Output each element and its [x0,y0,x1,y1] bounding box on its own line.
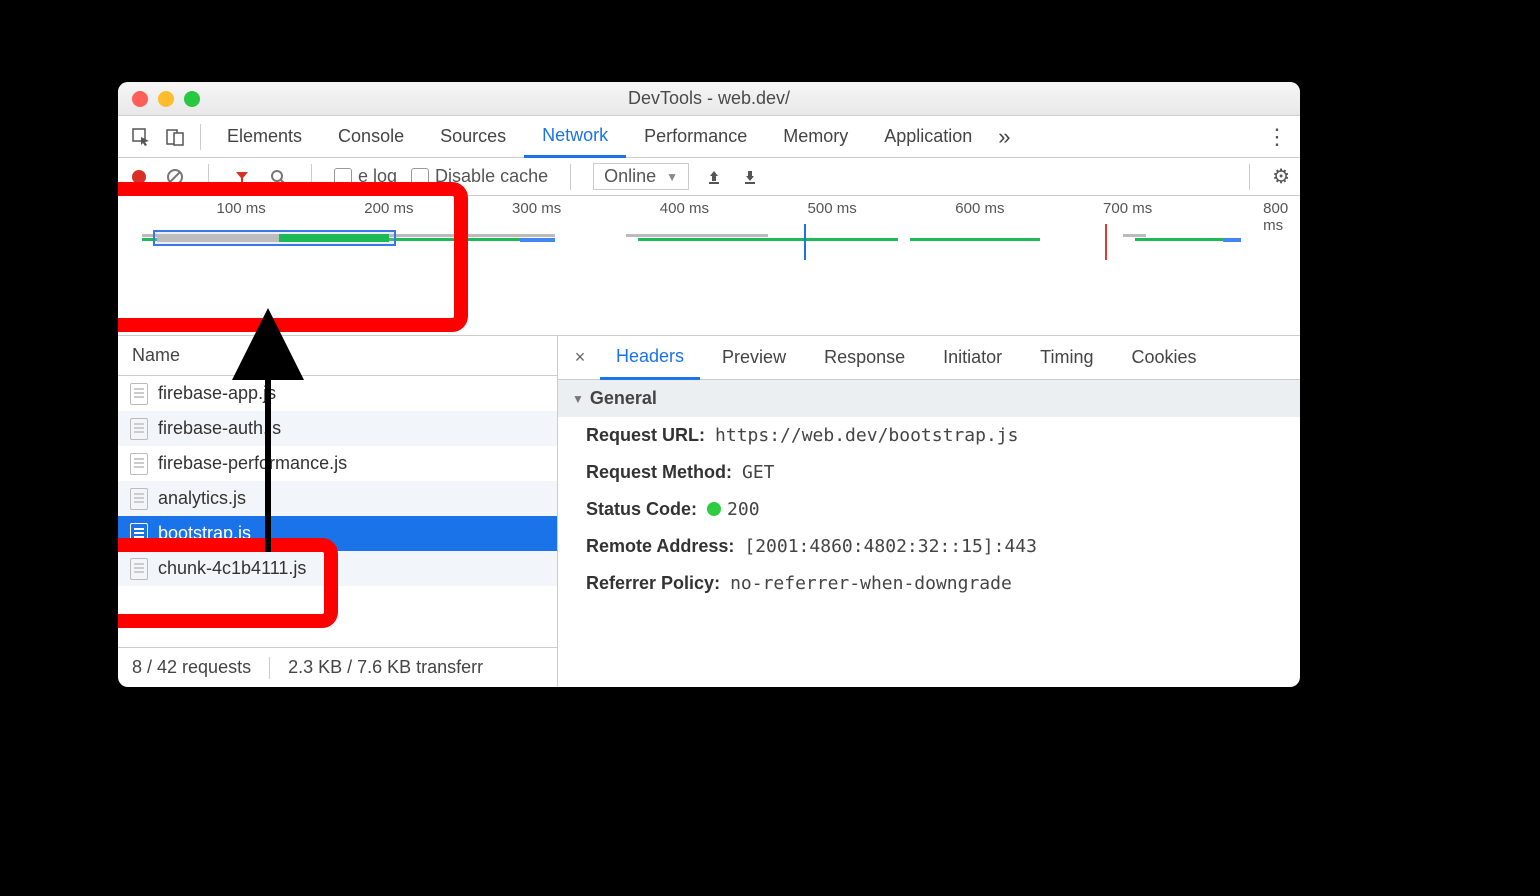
request-row[interactable]: firebase-app.js [118,376,557,411]
throttling-select[interactable]: Online ▼ [593,163,689,190]
label-status-code: Status Code: [586,499,697,520]
subtab-preview[interactable]: Preview [706,336,802,379]
subtab-cookies[interactable]: Cookies [1116,336,1213,379]
subtab-response[interactable]: Response [808,336,921,379]
tab-console[interactable]: Console [320,116,422,157]
status-transfer: 2.3 KB / 7.6 KB transferr [288,657,483,678]
annotation-highlight-box [118,538,338,628]
column-header-name[interactable]: Name [118,336,557,376]
tab-memory[interactable]: Memory [765,116,866,157]
upload-har-icon[interactable] [703,166,725,188]
status-requests: 8 / 42 requests [132,657,251,678]
tab-application[interactable]: Application [866,116,990,157]
throttling-value: Online [604,166,656,187]
disclosure-triangle-icon: ▼ [572,392,584,406]
tick-label: 300 ms [512,200,561,217]
tab-performance[interactable]: Performance [626,116,765,157]
more-tabs-icon[interactable]: » [998,124,1010,150]
value-remote-address: [2001:4860:4802:32::15]:443 [744,536,1037,557]
label-referrer-policy: Referrer Policy: [586,573,720,594]
status-bar: 8 / 42 requests 2.3 KB / 7.6 KB transfer… [118,647,557,687]
status-dot-icon [707,502,721,516]
close-detail-icon[interactable]: × [566,347,594,368]
value-request-method: GET [742,462,775,483]
request-name: analytics.js [158,488,246,509]
panel-tabs: Elements Console Sources Network Perform… [118,116,1300,158]
device-toolbar-icon[interactable] [158,120,192,154]
label-request-method: Request Method: [586,462,732,483]
tick-label: 400 ms [660,200,709,217]
file-icon [130,418,148,440]
inspect-element-icon[interactable] [124,120,158,154]
file-icon [130,383,148,405]
tab-network[interactable]: Network [524,117,626,158]
request-row[interactable]: firebase-auth.js [118,411,557,446]
subtab-initiator[interactable]: Initiator [927,336,1018,379]
detail-tabs: × Headers Preview Response Initiator Tim… [558,336,1300,380]
headers-general-section[interactable]: ▼ General [558,380,1300,417]
request-detail-panel: × Headers Preview Response Initiator Tim… [558,336,1300,687]
annotation-arrow-icon [238,332,298,577]
download-har-icon[interactable] [739,166,761,188]
annotation-highlight-box [118,182,468,332]
value-request-url: https://web.dev/bootstrap.js [715,425,1018,446]
tick-label: 700 ms [1103,200,1152,217]
file-icon [130,453,148,475]
network-settings-icon[interactable]: ⚙ [1272,164,1290,189]
value-status-code: 200 [707,499,760,520]
request-row[interactable]: firebase-performance.js [118,446,557,481]
devtools-menu-icon[interactable]: ⋮ [1260,124,1294,150]
devtools-window: DevTools - web.dev/ Elements Console Sou… [118,82,1300,687]
value-referrer-policy: no-referrer-when-downgrade [730,573,1012,594]
subtab-headers[interactable]: Headers [600,337,700,380]
titlebar: DevTools - web.dev/ [118,82,1300,116]
tab-elements[interactable]: Elements [209,116,320,157]
file-icon [130,488,148,510]
window-title: DevTools - web.dev/ [118,88,1300,109]
tick-label: 500 ms [808,200,857,217]
section-title: General [590,388,657,409]
label-request-url: Request URL: [586,425,705,446]
tick-label: 800 ms [1263,200,1288,234]
label-remote-address: Remote Address: [586,536,734,557]
request-row[interactable]: analytics.js [118,481,557,516]
subtab-timing[interactable]: Timing [1024,336,1109,379]
tick-label: 600 ms [955,200,1004,217]
request-list-panel: Name firebase-app.js firebase-auth.js fi… [118,336,558,687]
tab-sources[interactable]: Sources [422,116,524,157]
